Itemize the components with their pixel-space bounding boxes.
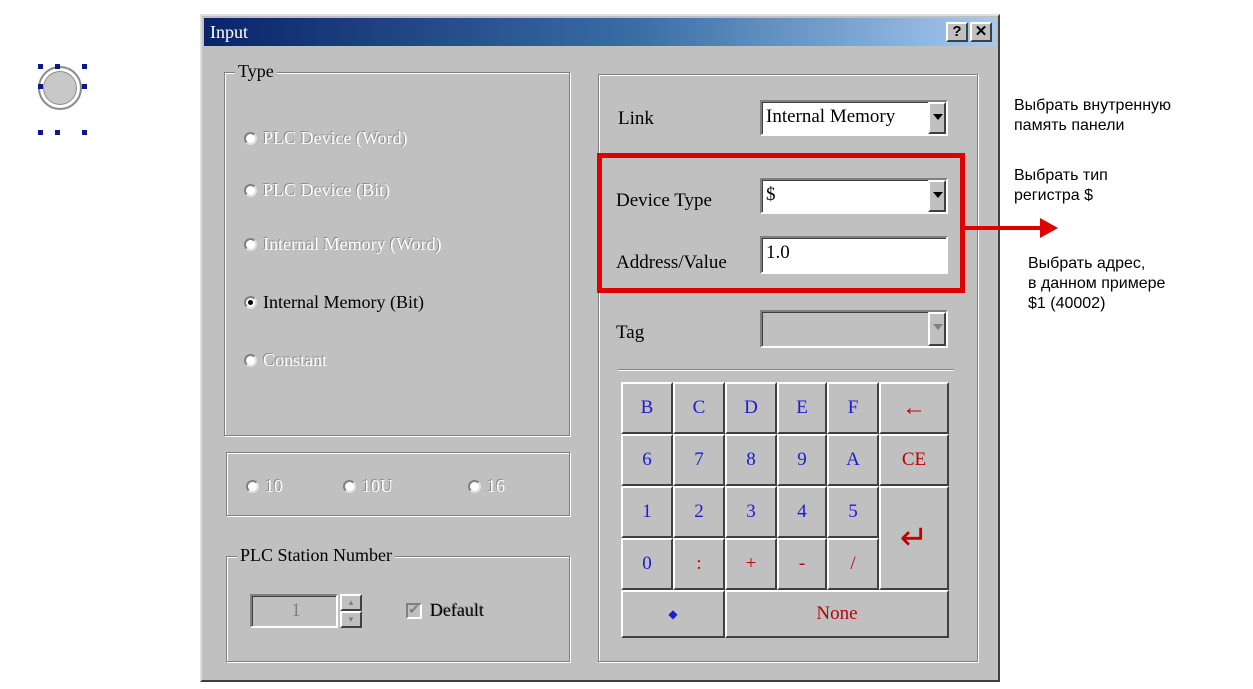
spin-up-icon[interactable]: ▲: [340, 594, 362, 611]
default-checkbox[interactable]: ✔: [406, 603, 422, 619]
annotation-line: Выбрать тип: [1014, 167, 1108, 184]
radio-indicator: [246, 480, 259, 493]
help-button[interactable]: ?: [946, 22, 968, 42]
key-9[interactable]: 9: [777, 434, 827, 486]
resize-handle[interactable]: [82, 64, 87, 69]
key-minus[interactable]: -: [777, 538, 827, 590]
resize-handle[interactable]: [38, 130, 43, 135]
key-2[interactable]: 2: [673, 486, 725, 538]
radio-label: 10: [265, 476, 283, 496]
key-e[interactable]: E: [777, 382, 827, 434]
link-annotation: Выбрать внутренную память панели: [1014, 96, 1171, 136]
radio-internal-memory-bit[interactable]: Internal Memory (Bit): [244, 292, 424, 313]
radio-base-10[interactable]: 10: [246, 476, 283, 497]
resize-handle[interactable]: [82, 84, 87, 89]
tag-select[interactable]: [760, 310, 948, 348]
resize-handle[interactable]: [38, 64, 43, 69]
link-label: Link: [618, 108, 654, 129]
enter-icon[interactable]: ↵: [879, 486, 949, 590]
link-select[interactable]: Internal Memory: [760, 100, 948, 136]
radio-indicator: [244, 238, 257, 251]
radio-indicator: [244, 354, 257, 367]
station-number-input[interactable]: 1: [250, 594, 338, 628]
key-3[interactable]: 3: [725, 486, 777, 538]
radio-indicator: [244, 132, 257, 145]
clear-entry-button[interactable]: CE: [879, 434, 949, 486]
key-plus[interactable]: +: [725, 538, 777, 590]
arrow-icon: [965, 226, 1043, 230]
key-colon[interactable]: :: [673, 538, 725, 590]
annotation-line: Выбрать внутренную: [1014, 97, 1172, 114]
arrow-head-icon: [1040, 218, 1058, 238]
radio-label: Internal Memory (Word): [263, 234, 442, 254]
link-select-value: Internal Memory: [766, 106, 896, 127]
key-d[interactable]: D: [725, 382, 777, 434]
circle-shape: [40, 68, 80, 108]
resize-handle[interactable]: [55, 64, 60, 69]
key-b[interactable]: B: [621, 382, 673, 434]
radio-internal-memory-word[interactable]: Internal Memory (Word): [244, 234, 442, 255]
dialog-title: Input: [210, 22, 248, 42]
radio-base-16[interactable]: 16: [468, 476, 505, 497]
radio-indicator: [468, 480, 481, 493]
spin-down-icon[interactable]: ▼: [340, 611, 362, 628]
station-number-spinner[interactable]: ▲ ▼: [340, 594, 362, 628]
annotation-line: регистра $: [1014, 187, 1094, 204]
key-f[interactable]: F: [827, 382, 879, 434]
radio-indicator-checked: [244, 296, 257, 309]
annotation-line: $1 (40002): [1028, 295, 1106, 312]
radio-label: PLC Device (Bit): [263, 180, 390, 200]
radio-label: 16: [487, 476, 505, 496]
key-c[interactable]: C: [673, 382, 725, 434]
tag-label: Tag: [616, 322, 645, 343]
close-button[interactable]: ✕: [970, 22, 992, 42]
plc-station-legend: PLC Station Number: [237, 545, 395, 566]
radio-label: Constant: [263, 350, 328, 370]
resize-handle[interactable]: [82, 130, 87, 135]
chevron-down-icon[interactable]: [928, 102, 946, 134]
key-slash[interactable]: /: [827, 538, 879, 590]
radio-label: PLC Device (Word): [263, 128, 408, 148]
station-number-value: 1: [291, 600, 301, 621]
dot-key-icon[interactable]: ◆: [621, 590, 725, 638]
key-7[interactable]: 7: [673, 434, 725, 486]
type-annotation: Выбрать тип регистра $: [1014, 166, 1108, 206]
key-a[interactable]: A: [827, 434, 879, 486]
default-checkbox-label: Default: [430, 600, 484, 620]
radio-plc-device-bit[interactable]: PLC Device (Bit): [244, 180, 390, 201]
annotation-line: Выбрать адрес,: [1028, 255, 1146, 272]
chevron-down-icon[interactable]: [928, 312, 946, 346]
key-4[interactable]: 4: [777, 486, 827, 538]
key-5[interactable]: 5: [827, 486, 879, 538]
radio-plc-device-word[interactable]: PLC Device (Word): [244, 128, 408, 149]
type-group-legend: Type: [235, 61, 277, 82]
resize-handle[interactable]: [55, 130, 60, 135]
address-annotation: Выбрать адрес, в данном примере $1 (4000…: [1028, 254, 1165, 314]
title-bar[interactable]: Input ? ✕: [204, 18, 996, 46]
radio-constant[interactable]: Constant: [244, 350, 327, 371]
highlight-box: [597, 153, 965, 293]
radio-label: Internal Memory (Bit): [263, 292, 424, 312]
key-8[interactable]: 8: [725, 434, 777, 486]
radio-label: 10U: [362, 476, 393, 496]
radio-base-10u[interactable]: 10U: [343, 476, 393, 497]
key-0[interactable]: 0: [621, 538, 673, 590]
key-6[interactable]: 6: [621, 434, 673, 486]
selected-circle-object[interactable]: [30, 56, 90, 138]
key-1[interactable]: 1: [621, 486, 673, 538]
radio-indicator: [244, 184, 257, 197]
resize-handle[interactable]: [38, 84, 43, 89]
backspace-icon[interactable]: ←: [879, 382, 949, 434]
annotation-line: память панели: [1014, 117, 1125, 134]
none-button[interactable]: None: [725, 590, 949, 638]
panel-separator: [618, 369, 954, 371]
radio-indicator: [343, 480, 356, 493]
annotation-line: в данном примере: [1028, 275, 1166, 292]
